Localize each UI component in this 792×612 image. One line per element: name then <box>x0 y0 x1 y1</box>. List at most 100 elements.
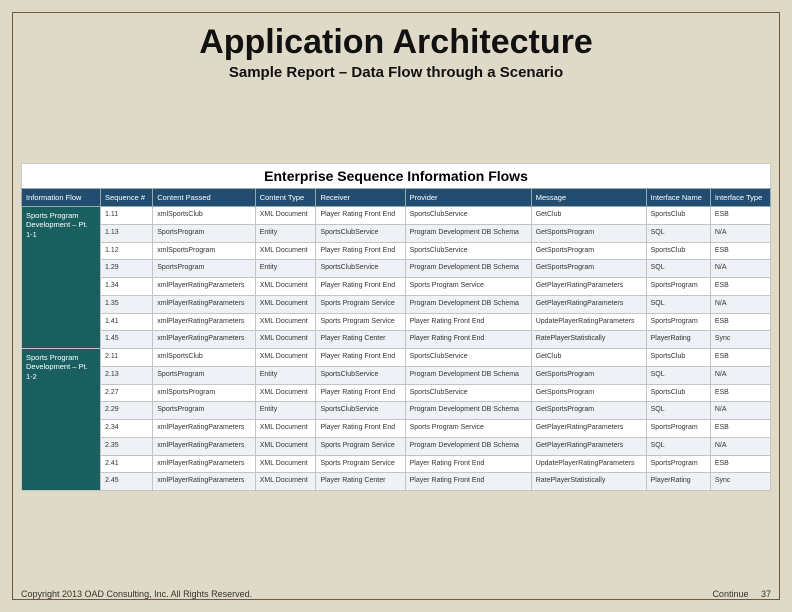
cell: Sports Program Service <box>405 278 531 296</box>
cell: 1.41 <box>101 313 153 331</box>
cell: Program Development DB Schema <box>405 437 531 455</box>
cell: RatePlayerStatistically <box>531 331 646 349</box>
column-header: Interface Name <box>646 189 710 207</box>
cell: 1.45 <box>101 331 153 349</box>
cell: Sync <box>710 331 770 349</box>
page-subtitle: Sample Report – Data Flow through a Scen… <box>13 64 779 81</box>
column-header: Sequence # <box>101 189 153 207</box>
cell: GetClub <box>531 349 646 367</box>
table-row: 1.34xmlPlayerRatingParametersXML Documen… <box>22 278 771 296</box>
cell: SportsProgram <box>153 224 255 242</box>
cell: GetSportsProgram <box>531 260 646 278</box>
cell: UpdatePlayerRatingParameters <box>531 313 646 331</box>
cell: xmlPlayerRatingParameters <box>153 455 255 473</box>
cell: ESB <box>710 384 770 402</box>
cell: GetSportsProgram <box>531 384 646 402</box>
cell: Entity <box>255 260 316 278</box>
cell: SportsClub <box>646 384 710 402</box>
cell: SportsProgram <box>646 313 710 331</box>
cell: SportsClubService <box>405 384 531 402</box>
cell: SportsClubService <box>316 224 405 242</box>
page-title: Application Architecture <box>13 23 779 62</box>
cell: Player Rating Front End <box>405 331 531 349</box>
cell: ESB <box>710 455 770 473</box>
cell: SportsProgram <box>153 402 255 420</box>
cell: 2.34 <box>101 420 153 438</box>
cell: N/A <box>710 366 770 384</box>
cell: SQL <box>646 295 710 313</box>
cell: GetSportsProgram <box>531 366 646 384</box>
cell: Player Rating Front End <box>316 384 405 402</box>
continue-label: Continue <box>712 589 748 599</box>
cell: Player Rating Front End <box>405 473 531 491</box>
flow-cell: Sports Program Development – Pt. 1-1 <box>22 207 101 349</box>
cell: Player Rating Front End <box>316 420 405 438</box>
cell: XML Document <box>255 473 316 491</box>
cell: UpdatePlayerRatingParameters <box>531 455 646 473</box>
cell: Entity <box>255 224 316 242</box>
cell: SQL <box>646 366 710 384</box>
cell: Sports Program Service <box>316 437 405 455</box>
cell: GetPlayerRatingParameters <box>531 420 646 438</box>
cell: 2.29 <box>101 402 153 420</box>
cell: SportsClub <box>646 349 710 367</box>
cell: 1.11 <box>101 207 153 225</box>
cell: Program Development DB Schema <box>405 260 531 278</box>
cell: Program Development DB Schema <box>405 402 531 420</box>
cell: 1.12 <box>101 242 153 260</box>
copyright: Copyright 2013 OAD Consulting, Inc. All … <box>21 589 252 599</box>
cell: Entity <box>255 366 316 384</box>
cell: Sync <box>710 473 770 491</box>
cell: Sports Program Service <box>405 420 531 438</box>
cell: Program Development DB Schema <box>405 224 531 242</box>
table-row: 2.41xmlPlayerRatingParametersXML Documen… <box>22 455 771 473</box>
cell: XML Document <box>255 420 316 438</box>
cell: xmlSportsProgram <box>153 242 255 260</box>
cell: Player Rating Front End <box>405 313 531 331</box>
cell: Sports Program Service <box>316 295 405 313</box>
cell: XML Document <box>255 455 316 473</box>
table-row: 1.13SportsProgramEntitySportsClubService… <box>22 224 771 242</box>
cell: SQL <box>646 402 710 420</box>
cell: Program Development DB Schema <box>405 295 531 313</box>
table-title: Enterprise Sequence Information Flows <box>21 163 771 188</box>
cell: SportsProgram <box>153 366 255 384</box>
cell: ESB <box>710 242 770 260</box>
cell: PlayerRating <box>646 473 710 491</box>
cell: 1.13 <box>101 224 153 242</box>
cell: Player Rating Front End <box>316 278 405 296</box>
cell: ESB <box>710 278 770 296</box>
cell: SQL <box>646 224 710 242</box>
data-table: Information FlowSequence #Content Passed… <box>21 188 771 491</box>
cell: Player Rating Front End <box>316 242 405 260</box>
cell: XML Document <box>255 384 316 402</box>
cell: 2.41 <box>101 455 153 473</box>
cell: xmlSportsClub <box>153 349 255 367</box>
cell: SportsProgram <box>646 455 710 473</box>
cell: XML Document <box>255 437 316 455</box>
cell: xmlPlayerRatingParameters <box>153 437 255 455</box>
cell: SportsProgram <box>153 260 255 278</box>
table-row: 2.35xmlPlayerRatingParametersXML Documen… <box>22 437 771 455</box>
table-row: 1.45xmlPlayerRatingParametersXML Documen… <box>22 331 771 349</box>
cell: 2.35 <box>101 437 153 455</box>
cell: GetSportsProgram <box>531 242 646 260</box>
cell: SportsClubService <box>316 260 405 278</box>
cell: 1.35 <box>101 295 153 313</box>
cell: 2.11 <box>101 349 153 367</box>
cell: Player Rating Center <box>316 331 405 349</box>
table-row: 1.29SportsProgramEntitySportsClubService… <box>22 260 771 278</box>
cell: GetSportsProgram <box>531 224 646 242</box>
cell: N/A <box>710 224 770 242</box>
cell: SportsClubService <box>316 402 405 420</box>
cell: XML Document <box>255 295 316 313</box>
cell: GetPlayerRatingParameters <box>531 437 646 455</box>
table-row: 2.34xmlPlayerRatingParametersXML Documen… <box>22 420 771 438</box>
cell: PlayerRating <box>646 331 710 349</box>
cell: N/A <box>710 437 770 455</box>
cell: SportsClubService <box>405 242 531 260</box>
cell: XML Document <box>255 313 316 331</box>
cell: Player Rating Front End <box>405 455 531 473</box>
cell: ESB <box>710 349 770 367</box>
cell: xmlSportsProgram <box>153 384 255 402</box>
